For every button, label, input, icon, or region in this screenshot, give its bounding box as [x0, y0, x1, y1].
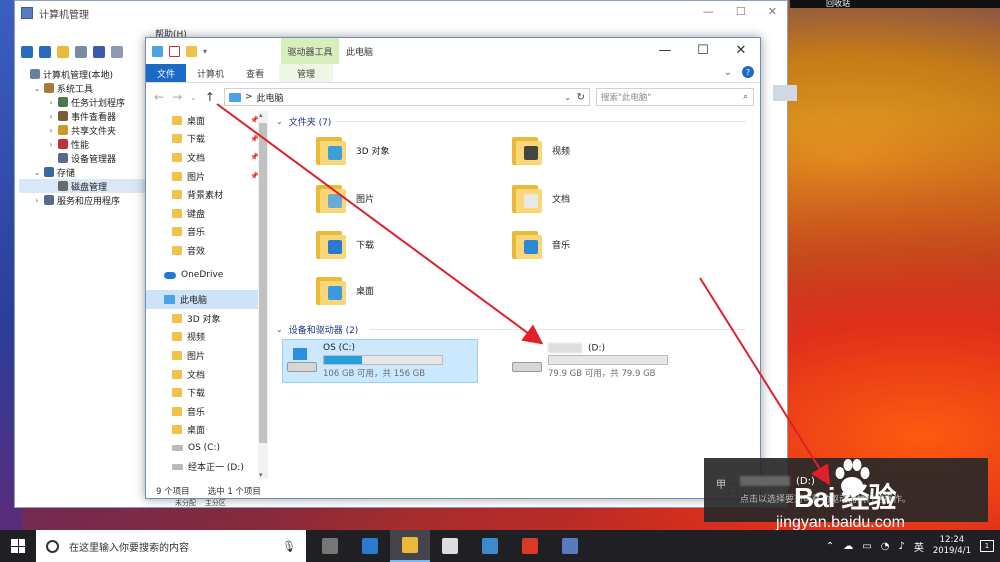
network-icon[interactable]: ◔ — [881, 541, 890, 552]
ime-indicator[interactable]: 英 — [914, 539, 924, 554]
taskbar-app-mail[interactable] — [430, 530, 470, 562]
cortana-icon — [46, 539, 59, 553]
mail-icon — [442, 538, 458, 554]
taskbar: 在这里输入你要搜索的内容 🎙 ⌃ ☁ ▭ ◔ ♪ 英 12:24 2019/4/… — [0, 530, 1000, 562]
arrow-to-d-drive — [216, 103, 544, 345]
taskbar-app-file-explorer[interactable] — [390, 530, 430, 562]
onedrive-tray-icon[interactable]: ☁ — [843, 541, 853, 552]
file-explorer-icon — [402, 537, 418, 553]
taskbar-app-edge[interactable] — [350, 530, 390, 562]
action-center-icon[interactable]: 1 — [980, 540, 994, 552]
notif-count: 1 — [984, 542, 990, 550]
taskbar-search-placeholder: 在这里输入你要搜索的内容 — [69, 542, 189, 554]
microphone-icon[interactable]: 🎙 — [282, 540, 296, 553]
taskbar-search-input[interactable]: 在这里输入你要搜索的内容 🎙 — [36, 530, 306, 562]
annotation-arrows — [216, 103, 831, 486]
volume-icon[interactable]: ♪ — [898, 541, 904, 552]
taskbar-app-app-red[interactable] — [510, 530, 550, 562]
edge-icon — [362, 538, 378, 554]
windows-logo-icon — [11, 539, 25, 553]
clock-time: 12:24 — [939, 535, 965, 545]
taskbar-apps — [310, 530, 590, 562]
taskbar-app-task-view[interactable] — [310, 530, 350, 562]
computer-management-icon — [562, 538, 578, 554]
task-view-icon — [322, 538, 338, 554]
taskbar-app-store[interactable] — [470, 530, 510, 562]
tray-expand-icon[interactable]: ⌃ — [826, 541, 834, 552]
clock[interactable]: 12:24 2019/4/1 — [933, 535, 971, 557]
clock-date: 2019/4/1 — [932, 546, 971, 556]
store-icon — [482, 538, 498, 554]
taskbar-app-computer-management[interactable] — [550, 530, 590, 562]
start-button[interactable] — [0, 530, 36, 562]
system-tray: ⌃ ☁ ▭ ◔ ♪ 英 12:24 2019/4/1 1 — [826, 530, 1000, 562]
app-red-icon — [522, 538, 538, 554]
arrow-to-toast — [699, 277, 831, 486]
usb-tray-icon[interactable]: ▭ — [862, 541, 871, 552]
